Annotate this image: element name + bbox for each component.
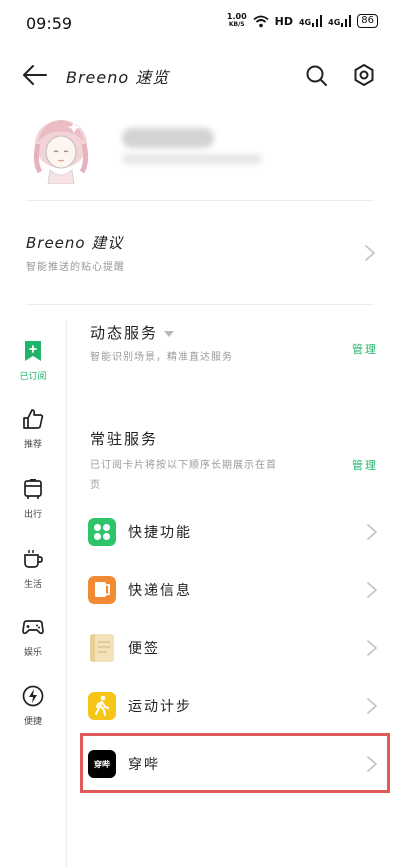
bookmark-plus-icon [25, 341, 41, 361]
card-label: 便签 [128, 641, 160, 657]
walking-icon [88, 692, 116, 720]
hd-badge: HD [274, 14, 293, 28]
dynamic-services-description: 智能识别场景，精准直达服务 [90, 352, 233, 363]
signal-bars-icon [312, 15, 323, 27]
username-blurred [122, 128, 214, 148]
sidebar-item-convenience[interactable]: 便捷 [0, 685, 66, 745]
resident-services-description-line: 页 [90, 480, 101, 491]
gear-icon [354, 64, 374, 86]
divider [26, 200, 374, 201]
coffee-cup-icon [24, 550, 43, 568]
highlight-box [80, 733, 390, 793]
user-profile[interactable] [24, 110, 376, 190]
dynamic-services-manage-button[interactable]: 管理 [352, 341, 378, 357]
card-label: 快递信息 [128, 583, 192, 599]
page-title: Breeno 速览 [66, 68, 170, 87]
network-speed: 1.00 KB/S [227, 13, 247, 29]
sidebar-item-recommended[interactable]: 推荐 [0, 408, 66, 468]
back-button[interactable] [20, 62, 50, 88]
resident-services-description: 已订阅卡片将按以下顺序长期展示在首 页 [90, 456, 340, 496]
signal-strength-1: 4G [298, 15, 323, 27]
service-card-notes[interactable]: 便签 [80, 619, 390, 677]
sidebar-item-label: 娱乐 [23, 648, 42, 658]
signal-bars-icon [341, 15, 352, 27]
chevron-right-icon [365, 245, 375, 261]
sidebar-item-label: 便捷 [23, 717, 42, 727]
top-app-bar: Breeno 速览 [0, 50, 400, 100]
search-button[interactable] [303, 62, 331, 90]
lightning-icon [22, 685, 44, 707]
card-label: 快捷功能 [128, 525, 192, 541]
resident-services-description-line: 已订阅卡片将按以下顺序长期展示在首 [90, 460, 277, 471]
breeno-suggestion-row[interactable]: Breeno 建议 智能推送的贴心提醒 [0, 216, 400, 292]
sidebar-item-label: 出行 [23, 510, 42, 520]
signal-strength-2: 4G [328, 15, 352, 27]
resident-services-manage-button[interactable]: 管理 [352, 457, 378, 473]
chevron-right-icon [367, 698, 377, 714]
service-card-quick-functions[interactable]: 快捷功能 [80, 503, 390, 561]
quick-functions-icon [88, 518, 116, 546]
service-card-step-counter[interactable]: 运动计步 [80, 677, 390, 735]
gamepad-icon [22, 620, 44, 635]
user-subtitle-blurred [122, 154, 262, 164]
sidebar-item-label: 已订阅 [19, 372, 47, 382]
divider [26, 304, 374, 305]
suggestion-title: Breeno 建议 [26, 234, 124, 252]
back-arrow-icon [23, 65, 47, 85]
network-speed-unit: KB/S [228, 21, 245, 28]
avatar-illustration-icon [33, 120, 89, 185]
sidebar-item-subscribed[interactable]: 已订阅 [0, 340, 66, 400]
sidebar-item-label: 推荐 [23, 440, 42, 450]
search-icon [306, 65, 327, 86]
dynamic-services-title: 动态服务 [90, 324, 159, 342]
network-speed-value: 1.00 [226, 12, 247, 21]
bus-icon [24, 479, 42, 499]
chevron-right-icon [367, 640, 377, 656]
category-sidebar: 已订阅 推荐 出行 生活 娱乐 便捷 [0, 320, 66, 867]
resident-services-title: 常驻服务 [90, 430, 159, 448]
signal-1-label: 4G [298, 18, 312, 27]
sidebar-item-life[interactable]: 生活 [0, 548, 66, 608]
sidebar-divider [66, 320, 67, 867]
caret-down-icon [164, 330, 175, 337]
thumbs-up-icon [23, 409, 44, 429]
card-label: 运动计步 [128, 699, 192, 715]
status-time: 09:59 [26, 14, 73, 33]
sidebar-item-entertainment[interactable]: 娱乐 [0, 616, 66, 676]
chevron-right-icon [367, 524, 377, 540]
settings-button[interactable] [350, 61, 378, 89]
suggestion-description: 智能推送的贴心提醒 [26, 262, 125, 273]
battery-indicator: 86 [357, 14, 378, 28]
sidebar-item-label: 生活 [23, 580, 42, 590]
service-card-package[interactable]: 快递信息 [80, 561, 390, 619]
avatar [28, 114, 94, 185]
dynamic-services-header[interactable]: 动态服务 [90, 322, 175, 343]
wifi-icon [253, 15, 269, 27]
signal-2-label: 4G [328, 18, 341, 27]
package-icon [88, 576, 116, 604]
notepad-icon [90, 634, 114, 662]
sidebar-item-travel[interactable]: 出行 [0, 478, 66, 538]
status-bar: 09:59 1.00 KB/S HD 4G 4G 86 [0, 0, 400, 48]
chevron-right-icon [367, 582, 377, 598]
status-icons: 1.00 KB/S HD 4G 4G 86 [227, 13, 378, 29]
